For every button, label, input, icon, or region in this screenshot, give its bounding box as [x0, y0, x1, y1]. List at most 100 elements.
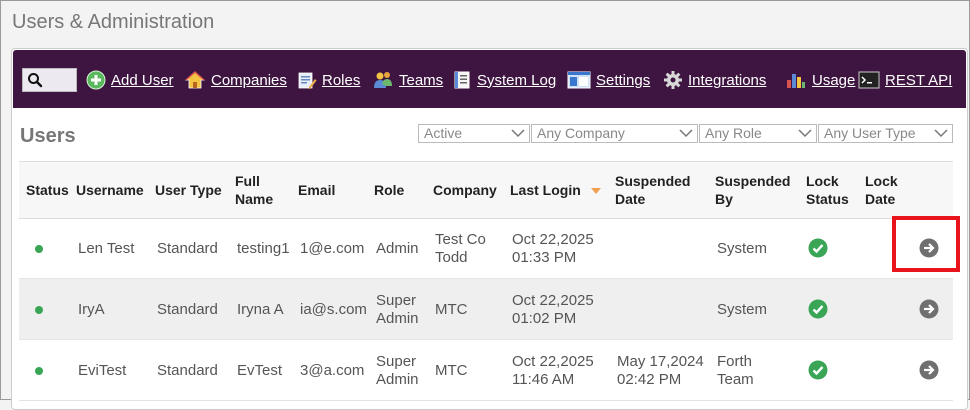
cell-username: IryA — [78, 301, 105, 318]
table-row[interactable]: EviTest Standard EvTest 3@a.com Super Ad… — [19, 340, 953, 401]
col-suspended-date[interactable]: Suspended Date — [615, 172, 690, 208]
settings-link[interactable]: Settings — [567, 70, 650, 90]
table-row[interactable]: Len Test Standard testing1 1@e.com Admin… — [19, 218, 953, 279]
col-full-name[interactable]: Full Name — [235, 172, 273, 208]
cell-suspended-date-line2: 02:42 PM — [617, 371, 682, 388]
cell-last-login-date: Oct 22,2025 — [512, 231, 594, 248]
col-last-login[interactable]: Last Login — [510, 181, 601, 199]
role-filter[interactable]: Any Role — [699, 124, 817, 143]
col-lock-date[interactable]: Lock Date — [865, 172, 898, 208]
cell-company-line1: MTC — [435, 301, 468, 318]
add-icon — [86, 70, 106, 90]
rest-api-label: REST API — [885, 71, 953, 89]
table-row[interactable]: IryA Standard Iryna A ia@s.com Super Adm… — [19, 279, 953, 340]
rest-api-link[interactable]: REST API — [858, 70, 952, 90]
search-icon — [28, 73, 43, 88]
cell-role: Super Admin — [376, 353, 419, 389]
cell-suspended-by-line2: Team — [717, 371, 754, 388]
col-suspended-date-line1: Suspended — [615, 173, 691, 189]
cell-last-login: Oct 22,2025 01:02 PM — [512, 292, 594, 328]
add-user-link[interactable]: Add User — [86, 70, 174, 90]
col-full-name-line1: Full — [235, 173, 260, 189]
integrations-label: Integrations — [688, 71, 767, 89]
table-header: Status Username User Type Full Name Emai… — [19, 161, 953, 219]
col-role[interactable]: Role — [374, 181, 404, 199]
admin-toolbar: Add User Companies Roles Teams System Lo… — [13, 50, 966, 108]
col-user-type[interactable]: User Type — [155, 181, 222, 199]
col-lock-date-line1: Lock — [865, 173, 898, 189]
cell-suspended-by: System — [717, 301, 767, 319]
cell-suspended-by: System — [717, 240, 767, 258]
col-lock-status[interactable]: Lock Status — [806, 172, 849, 208]
cell-email: 1@e.com — [300, 240, 365, 257]
arrow-right-circle-icon[interactable] — [919, 360, 939, 380]
cell-user-type: Standard — [157, 240, 218, 257]
chevron-down-icon — [798, 129, 812, 138]
status-filter[interactable]: Active — [418, 124, 530, 143]
status-active-dot — [35, 306, 43, 314]
user-type-filter[interactable]: Any User Type — [818, 124, 953, 143]
col-full-name-line2: Name — [235, 191, 274, 207]
col-username[interactable]: Username — [76, 181, 144, 199]
cell-suspended-by-line1: System — [717, 240, 768, 257]
teams-label: Teams — [399, 71, 444, 89]
cell-company-line1: Test Co — [435, 231, 486, 248]
cell-role-line1: Super — [376, 353, 417, 370]
status-active-dot — [35, 367, 43, 375]
chevron-down-icon — [934, 129, 948, 138]
chevron-down-icon — [511, 129, 525, 138]
col-suspended-by-line1: Suspended — [715, 173, 791, 189]
companies-link[interactable]: Companies — [184, 70, 287, 90]
cell-company: MTC — [435, 301, 468, 319]
search-input[interactable] — [45, 69, 75, 91]
cell-suspended-date: May 17,2024 02:42 PM — [617, 353, 704, 389]
cell-username: EviTest — [78, 362, 127, 379]
col-company[interactable]: Company — [433, 181, 497, 199]
integrations-link[interactable]: Integrations — [663, 70, 766, 90]
cell-username: Len Test — [78, 240, 135, 257]
role-filter-value: Any Role — [705, 125, 762, 141]
status-filter-value: Active — [424, 125, 463, 141]
company-filter-value: Any Company — [537, 125, 625, 141]
col-lock-status-line1: Lock — [806, 173, 839, 189]
cell-user-type: Standard — [157, 301, 218, 318]
search-box[interactable] — [22, 68, 77, 92]
cell-role-line1: Admin — [376, 240, 419, 257]
roles-link[interactable]: Roles — [297, 70, 360, 90]
gear-icon — [664, 71, 682, 89]
company-filter[interactable]: Any Company — [531, 124, 698, 143]
chevron-down-icon — [679, 129, 693, 138]
cell-last-login-time: 01:02 PM — [512, 310, 577, 327]
add-user-label: Add User — [111, 71, 174, 89]
cell-suspended-date-line1: May 17,2024 — [617, 353, 704, 370]
companies-label: Companies — [211, 71, 287, 89]
roles-label: Roles — [322, 71, 361, 89]
col-status[interactable]: Status — [26, 181, 69, 199]
cell-role-line2: Admin — [376, 371, 419, 388]
usage-link[interactable]: Usage — [785, 70, 855, 90]
cell-company: MTC — [435, 362, 468, 380]
status-active-dot — [35, 245, 43, 253]
cell-full-name: EvTest — [237, 362, 283, 379]
app-frame: Users & Administration Add User Companie… — [0, 0, 970, 410]
roles-icon — [298, 72, 317, 89]
check-circle-icon — [808, 238, 828, 258]
arrow-right-circle-icon[interactable] — [919, 299, 939, 319]
cell-email: ia@s.com — [300, 301, 367, 318]
settings-label: Settings — [596, 71, 651, 89]
users-title: Users — [20, 125, 76, 147]
cell-email: 3@a.com — [300, 362, 365, 379]
cell-last-login: Oct 22,2025 01:33 PM — [512, 231, 594, 267]
system-log-link[interactable]: System Log — [452, 70, 556, 90]
cell-company-line1: MTC — [435, 362, 468, 379]
col-suspended-by[interactable]: Suspended By — [715, 172, 790, 208]
cell-user-type: Standard — [157, 362, 218, 379]
col-lock-date-line2: Date — [865, 191, 896, 207]
cell-last-login-date: Oct 22,2025 — [512, 292, 594, 309]
teams-link[interactable]: Teams — [372, 70, 443, 90]
col-email[interactable]: Email — [298, 181, 335, 199]
col-lock-status-line2: Status — [806, 191, 849, 207]
home-icon — [184, 71, 206, 89]
usage-label: Usage — [812, 71, 856, 89]
highlight-box — [892, 216, 960, 272]
